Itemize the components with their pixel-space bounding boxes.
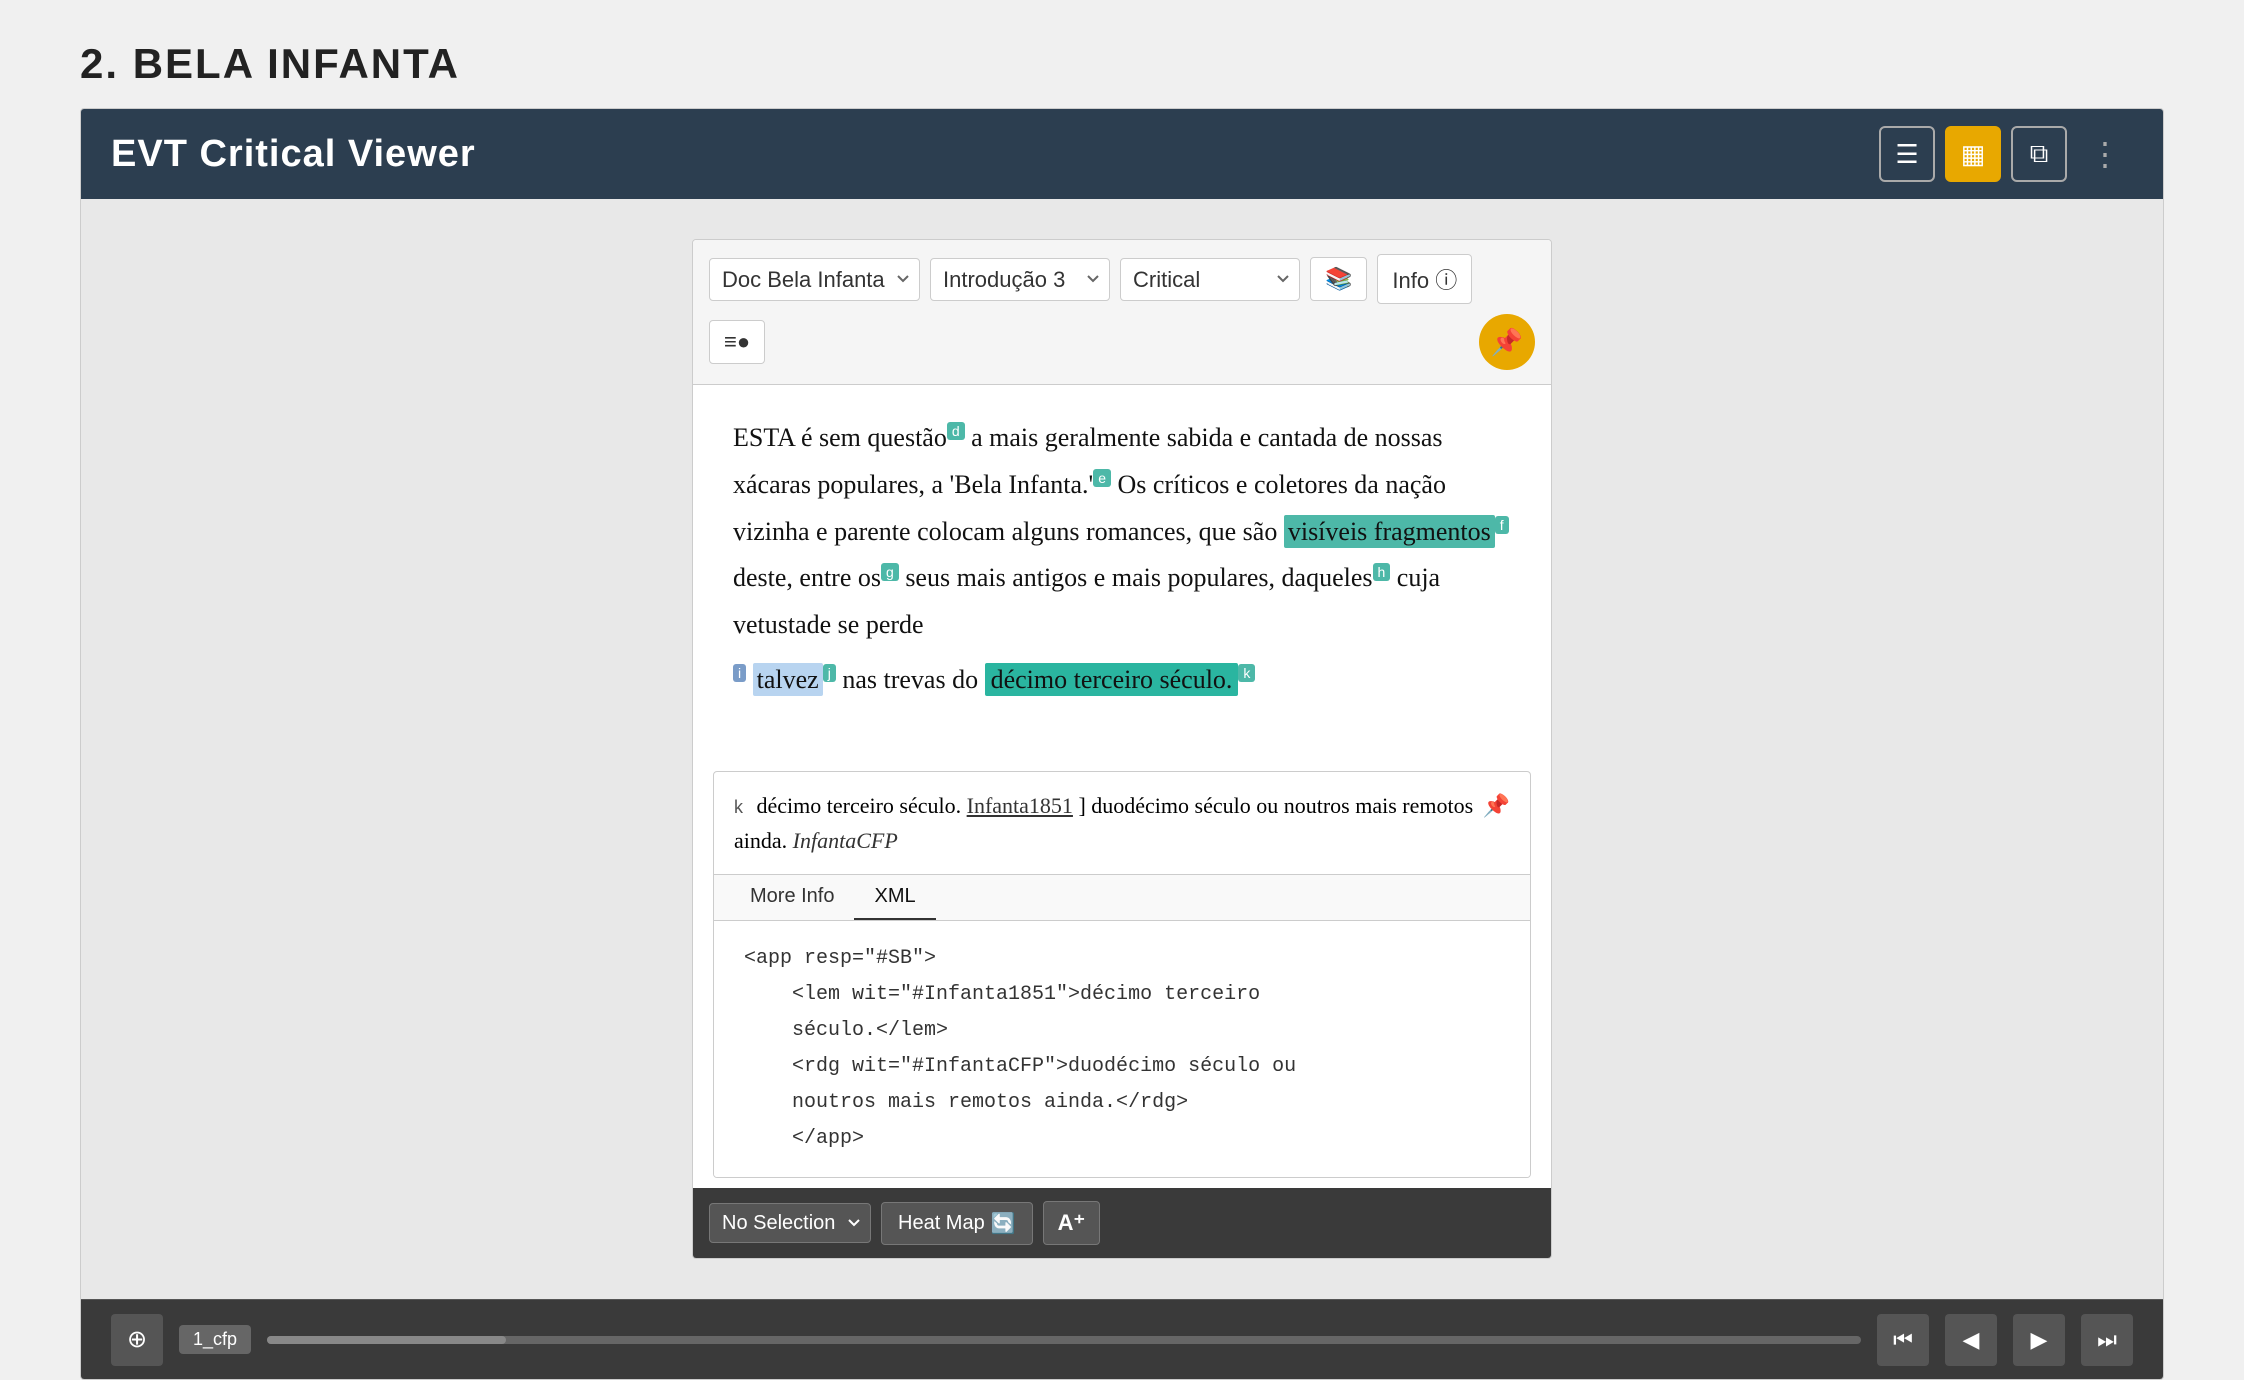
text-content: ESTA é sem questãod a mais geralmente sa… <box>693 385 1551 771</box>
heat-map-label: Heat Map <box>898 1212 985 1235</box>
highlight-decimo[interactable]: décimo terceiro século. <box>985 663 1239 696</box>
grid-icon: ⊕ <box>127 1325 147 1354</box>
progress-fill <box>267 1336 506 1344</box>
header-bar: EVT Critical Viewer ☰ ▦ ⧉ ⋮ <box>81 109 2163 199</box>
text-cont4: seus mais antigos e mais populares, daqu… <box>905 563 1372 592</box>
note-k[interactable]: k <box>1238 664 1255 682</box>
note-j[interactable]: j <box>823 664 836 682</box>
annotation-content: k décimo terceiro século. Infanta1851 ] … <box>734 788 1483 858</box>
library-button[interactable]: 📚 <box>1310 257 1367 301</box>
highlight-talvez[interactable]: talvez <box>753 663 823 696</box>
annotation-popup: k décimo terceiro século. Infanta1851 ] … <box>713 771 1531 1178</box>
tab-xml[interactable]: XML <box>854 875 935 920</box>
footer-bar: ⊕ 1_cfp ⏮ ◀ ▶ ⏭ <box>81 1299 2163 1379</box>
page-badge: 1_cfp <box>179 1325 251 1354</box>
grid-toggle-button[interactable]: ⊕ <box>111 1314 163 1366</box>
text-cont6: nas trevas do décimo terceiro século. <box>842 663 1238 696</box>
grid-view-button[interactable]: ▦ <box>1945 126 2001 182</box>
progress-bar <box>267 1336 1861 1344</box>
doc-select[interactable]: Doc Bela Infanta <box>709 258 920 301</box>
split-view-button[interactable]: ⧉ <box>2011 126 2067 182</box>
annotation-key: k <box>734 797 743 817</box>
xml-content: <app resp="#SB"> <lem wit="#Infanta1851"… <box>744 941 1500 1157</box>
intro-select[interactable]: Introdução 3 <box>930 258 1110 301</box>
xml-code-area[interactable]: <app resp="#SB"> <lem wit="#Infanta1851"… <box>714 921 1530 1177</box>
heat-map-icon: 🔄 <box>991 1211 1016 1236</box>
note-h[interactable]: h <box>1373 563 1391 581</box>
nav-next-button[interactable]: ▶ <box>2013 1314 2065 1366</box>
pin-icon: 📌 <box>1491 327 1523 358</box>
annotation-pin-icon[interactable]: 📌 <box>1483 788 1510 823</box>
annotation-header: k décimo terceiro século. Infanta1851 ] … <box>714 772 1530 875</box>
note-i[interactable]: i <box>733 664 746 682</box>
note-d[interactable]: d <box>947 422 965 440</box>
pin-button[interactable]: 📌 <box>1479 314 1535 370</box>
annotation-tabs: More Info XML <box>714 875 1530 921</box>
header-icons: ☰ ▦ ⧉ ⋮ <box>1879 126 2133 182</box>
font-size-button[interactable]: A⁺ <box>1043 1201 1101 1245</box>
layers-button[interactable]: ≡● <box>709 320 765 364</box>
nav-prev-icon: ◀ <box>1963 1327 1980 1353</box>
nav-last-icon: ⏭ <box>2097 1327 2117 1353</box>
highlight-fragmentos[interactable]: visíveis fragmentos <box>1284 515 1495 548</box>
note-e[interactable]: e <box>1093 469 1111 487</box>
font-size-label: A⁺ <box>1058 1210 1086 1235</box>
nav-prev-button[interactable]: ◀ <box>1945 1314 1997 1366</box>
witness2-link[interactable]: InfantaCFP <box>793 828 898 853</box>
app-container: EVT Critical Viewer ☰ ▦ ⧉ ⋮ Doc Bela Inf… <box>80 108 2164 1380</box>
nav-first-icon: ⏮ <box>1893 1327 1913 1353</box>
tab-more-info[interactable]: More Info <box>730 875 854 920</box>
no-selection-select[interactable]: No Selection <box>709 1203 871 1243</box>
main-content: Doc Bela Infanta Introdução 3 Critical 📚… <box>81 199 2163 1299</box>
note-f[interactable]: f <box>1495 516 1509 534</box>
heat-map-button[interactable]: Heat Map 🔄 <box>881 1202 1033 1245</box>
nav-next-icon: ▶ <box>2031 1327 2048 1353</box>
text-start: ESTA é sem questão <box>733 423 947 452</box>
more-options-button[interactable]: ⋮ <box>2077 126 2133 182</box>
text-cont3: deste, entre os <box>733 563 881 592</box>
viewer-toolbar: Doc Bela Infanta Introdução 3 Critical 📚… <box>693 240 1551 385</box>
witness1-link[interactable]: Infanta1851 <box>967 793 1073 818</box>
annotation-text1: décimo terceiro século. <box>757 793 967 818</box>
info-button[interactable]: Info ⓘ <box>1377 254 1472 304</box>
layers-icon: ≡● <box>724 329 750 355</box>
bottom-bar: No Selection Heat Map 🔄 A⁺ <box>693 1188 1551 1258</box>
note-g[interactable]: g <box>881 563 899 581</box>
list-view-button[interactable]: ☰ <box>1879 126 1935 182</box>
nav-last-button[interactable]: ⏭ <box>2081 1314 2133 1366</box>
view-select[interactable]: Critical <box>1120 258 1300 301</box>
page-title: 2. BELA INFANTA <box>0 0 2244 108</box>
app-title: EVT Critical Viewer <box>111 133 476 176</box>
library-icon: 📚 <box>1325 266 1352 292</box>
nav-first-button[interactable]: ⏮ <box>1877 1314 1929 1366</box>
viewer-panel: Doc Bela Infanta Introdução 3 Critical 📚… <box>692 239 1552 1259</box>
info-label: Info ⓘ <box>1392 263 1457 295</box>
